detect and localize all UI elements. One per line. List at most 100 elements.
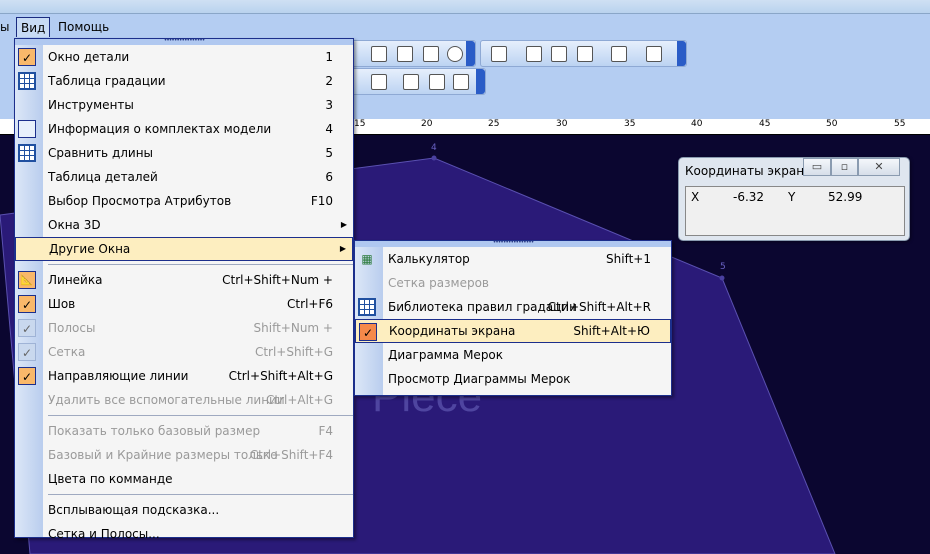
tool-icon[interactable] [447,46,463,62]
tool-icon[interactable] [491,46,507,62]
menu-item[interactable]: Сетка и Полосы... [15,522,353,546]
menu-item-label: Окно детали [48,50,130,64]
menu-item[interactable]: Цвета по комманде [15,467,353,491]
ruler-tick: 25 [488,119,500,129]
menu-item-label: Инструменты [48,98,134,112]
menu-item[interactable]: Базовый и Крайние размеры только Ctrl+Shi… [15,443,353,467]
menu-item[interactable]: Показать только базовый размер F4 [15,419,353,443]
ruler-tick: 40 [691,119,703,129]
ruler-icon: 📐 [18,271,36,289]
menu-item-label: Направляющие линии [48,369,189,383]
menu-item-shortcut: Ctrl+Shift+Alt+G [228,369,333,383]
check-icon: ✓ [18,343,36,361]
menu-item-shortcut: Ctrl+Shift+Alt+R [547,300,651,314]
check-icon: ✓ [18,367,36,385]
maximize-button[interactable]: ▫ [831,158,858,176]
menu-item[interactable]: Другие Окна ▶ [15,237,353,261]
menu-item-label: Всплывающая подсказка... [48,503,220,517]
ruler-tick: 55 [894,119,906,129]
calculator-icon: ▦ [361,252,373,266]
menu-item[interactable]: Библиотека правил градации Ctrl+Shift+Alt… [355,295,671,319]
menu-item[interactable]: Выбор Просмотра Атрибутов F10 [15,189,353,213]
menu-item[interactable]: ▦ Калькулятор Shift+1 [355,247,671,271]
tool-icon[interactable] [577,46,593,62]
menu-item-label: Полосы [48,321,96,335]
menu-item-label: Сетка [48,345,86,359]
tool-icon[interactable] [429,74,445,90]
tool-icon[interactable] [611,46,627,62]
toolbar-grip[interactable] [466,41,475,66]
menu-item-label: Показать только базовый размер [48,424,261,438]
menu-separator [48,494,353,495]
menu-item-shortcut: 6 [325,170,333,184]
menu-item[interactable]: ✓ Окно детали 1 [15,45,353,69]
menu-item-shortcut: Shift+Alt+Ю [573,324,650,338]
menu-item-shortcut: 3 [325,98,333,112]
menu-help[interactable]: Помощь [54,17,113,37]
menu-bar: ы Вид Помощь [0,15,930,39]
toolbar-grip[interactable] [476,69,485,94]
ruler-tick: 45 [759,119,771,129]
tool-icon[interactable] [646,46,662,62]
menu-separator [48,415,353,416]
view-menu: •••••••••••••••• ✓ Окно детали 1 Таблица гр… [14,38,354,541]
y-value: 52.99 [828,190,863,204]
ruler-tick: 50 [826,119,838,129]
menu-item[interactable]: ✓ Направляющие линии Ctrl+Shift+Alt+G [15,364,353,388]
menu-item[interactable]: Диаграмма Мерок [355,343,671,367]
menu-item[interactable]: ✓ Сетка Ctrl+Shift+G [15,340,353,364]
toolbar-grip[interactable] [677,41,686,66]
tool-icon[interactable] [403,74,419,90]
menu-item-label: Таблица деталей [48,170,158,184]
tool-icon[interactable] [453,74,469,90]
grid-icon [18,144,36,162]
menu-item[interactable]: Просмотр Диаграммы Мерок [355,367,671,391]
menu-item-shortcut: F10 [310,194,333,208]
close-button[interactable]: ✕ [858,158,900,176]
menu-item[interactable]: Удалить все вспомогательные линии Ctrl+Al… [15,388,353,412]
minimize-button[interactable]: ▭ [803,158,831,176]
tool-icon[interactable] [371,74,387,90]
tool-icon[interactable] [526,46,542,62]
tool-icon[interactable] [551,46,567,62]
check-icon: ✓ [359,323,377,341]
check-icon: ✓ [18,48,36,66]
menu-item[interactable]: ✓ Полосы Shift+Num + [15,316,353,340]
submenu-arrow-icon: ▶ [340,220,347,229]
menu-item[interactable]: Всплывающая подсказка... [15,498,353,522]
menu-item[interactable]: ✓ Координаты экрана Shift+Alt+Ю [355,319,671,343]
menu-item[interactable]: ✓ Шов Ctrl+F6 [15,292,353,316]
other-windows-submenu: •••••••••••••••• ▦ Калькулятор Shift+1 Сетк… [354,240,672,396]
ruler-tick: 20 [421,119,433,129]
menu-item-label: Окна 3D [48,218,101,232]
menu-item-label: Координаты экрана [389,324,516,338]
menu-item-label: Линейка [48,273,103,287]
menu-item[interactable]: Сетка размеров [355,271,671,295]
submenu-arrow-icon: ▶ [339,244,346,253]
tool-icon[interactable] [397,46,413,62]
menu-item-label: Другие Окна [49,242,131,256]
check-icon: ✓ [18,319,36,337]
menu-item[interactable]: 📐 Линейка Ctrl+Shift+Num + [15,268,353,292]
menu-item[interactable]: Таблица градации 2 [15,69,353,93]
menu-item-shortcut: Ctrl+F6 [287,297,333,311]
menu-item[interactable]: Таблица деталей 6 [15,165,353,189]
menu-item-label: Удалить все вспомогательные линии [48,393,285,407]
menu-item-label: Калькулятор [388,252,470,266]
menu-item[interactable]: Инструменты 3 [15,93,353,117]
menu-item-label: Таблица градации [48,74,166,88]
menu-item-label: Шов [48,297,76,311]
menu-item-label: Просмотр Диаграммы Мерок [388,372,571,386]
menu-item-label: Информация о комплектах модели [48,122,272,136]
menu-item[interactable]: Информация о комплектах модели 4 [15,117,353,141]
menu-item-shortcut: Shift+1 [606,252,651,266]
menu-view[interactable]: Вид [16,17,51,37]
menu-item[interactable]: Окна 3D ▶ [15,213,353,237]
menu-partial[interactable]: ы [0,17,13,37]
tool-icon[interactable] [371,46,387,62]
menu-item[interactable]: Сравнить длины 5 [15,141,353,165]
tool-icon[interactable] [423,46,439,62]
menu-item-label: Диаграмма Мерок [388,348,504,362]
vertex-point [719,275,725,281]
coordinates-panel: X -6.32 Y 52.99 [685,186,905,236]
